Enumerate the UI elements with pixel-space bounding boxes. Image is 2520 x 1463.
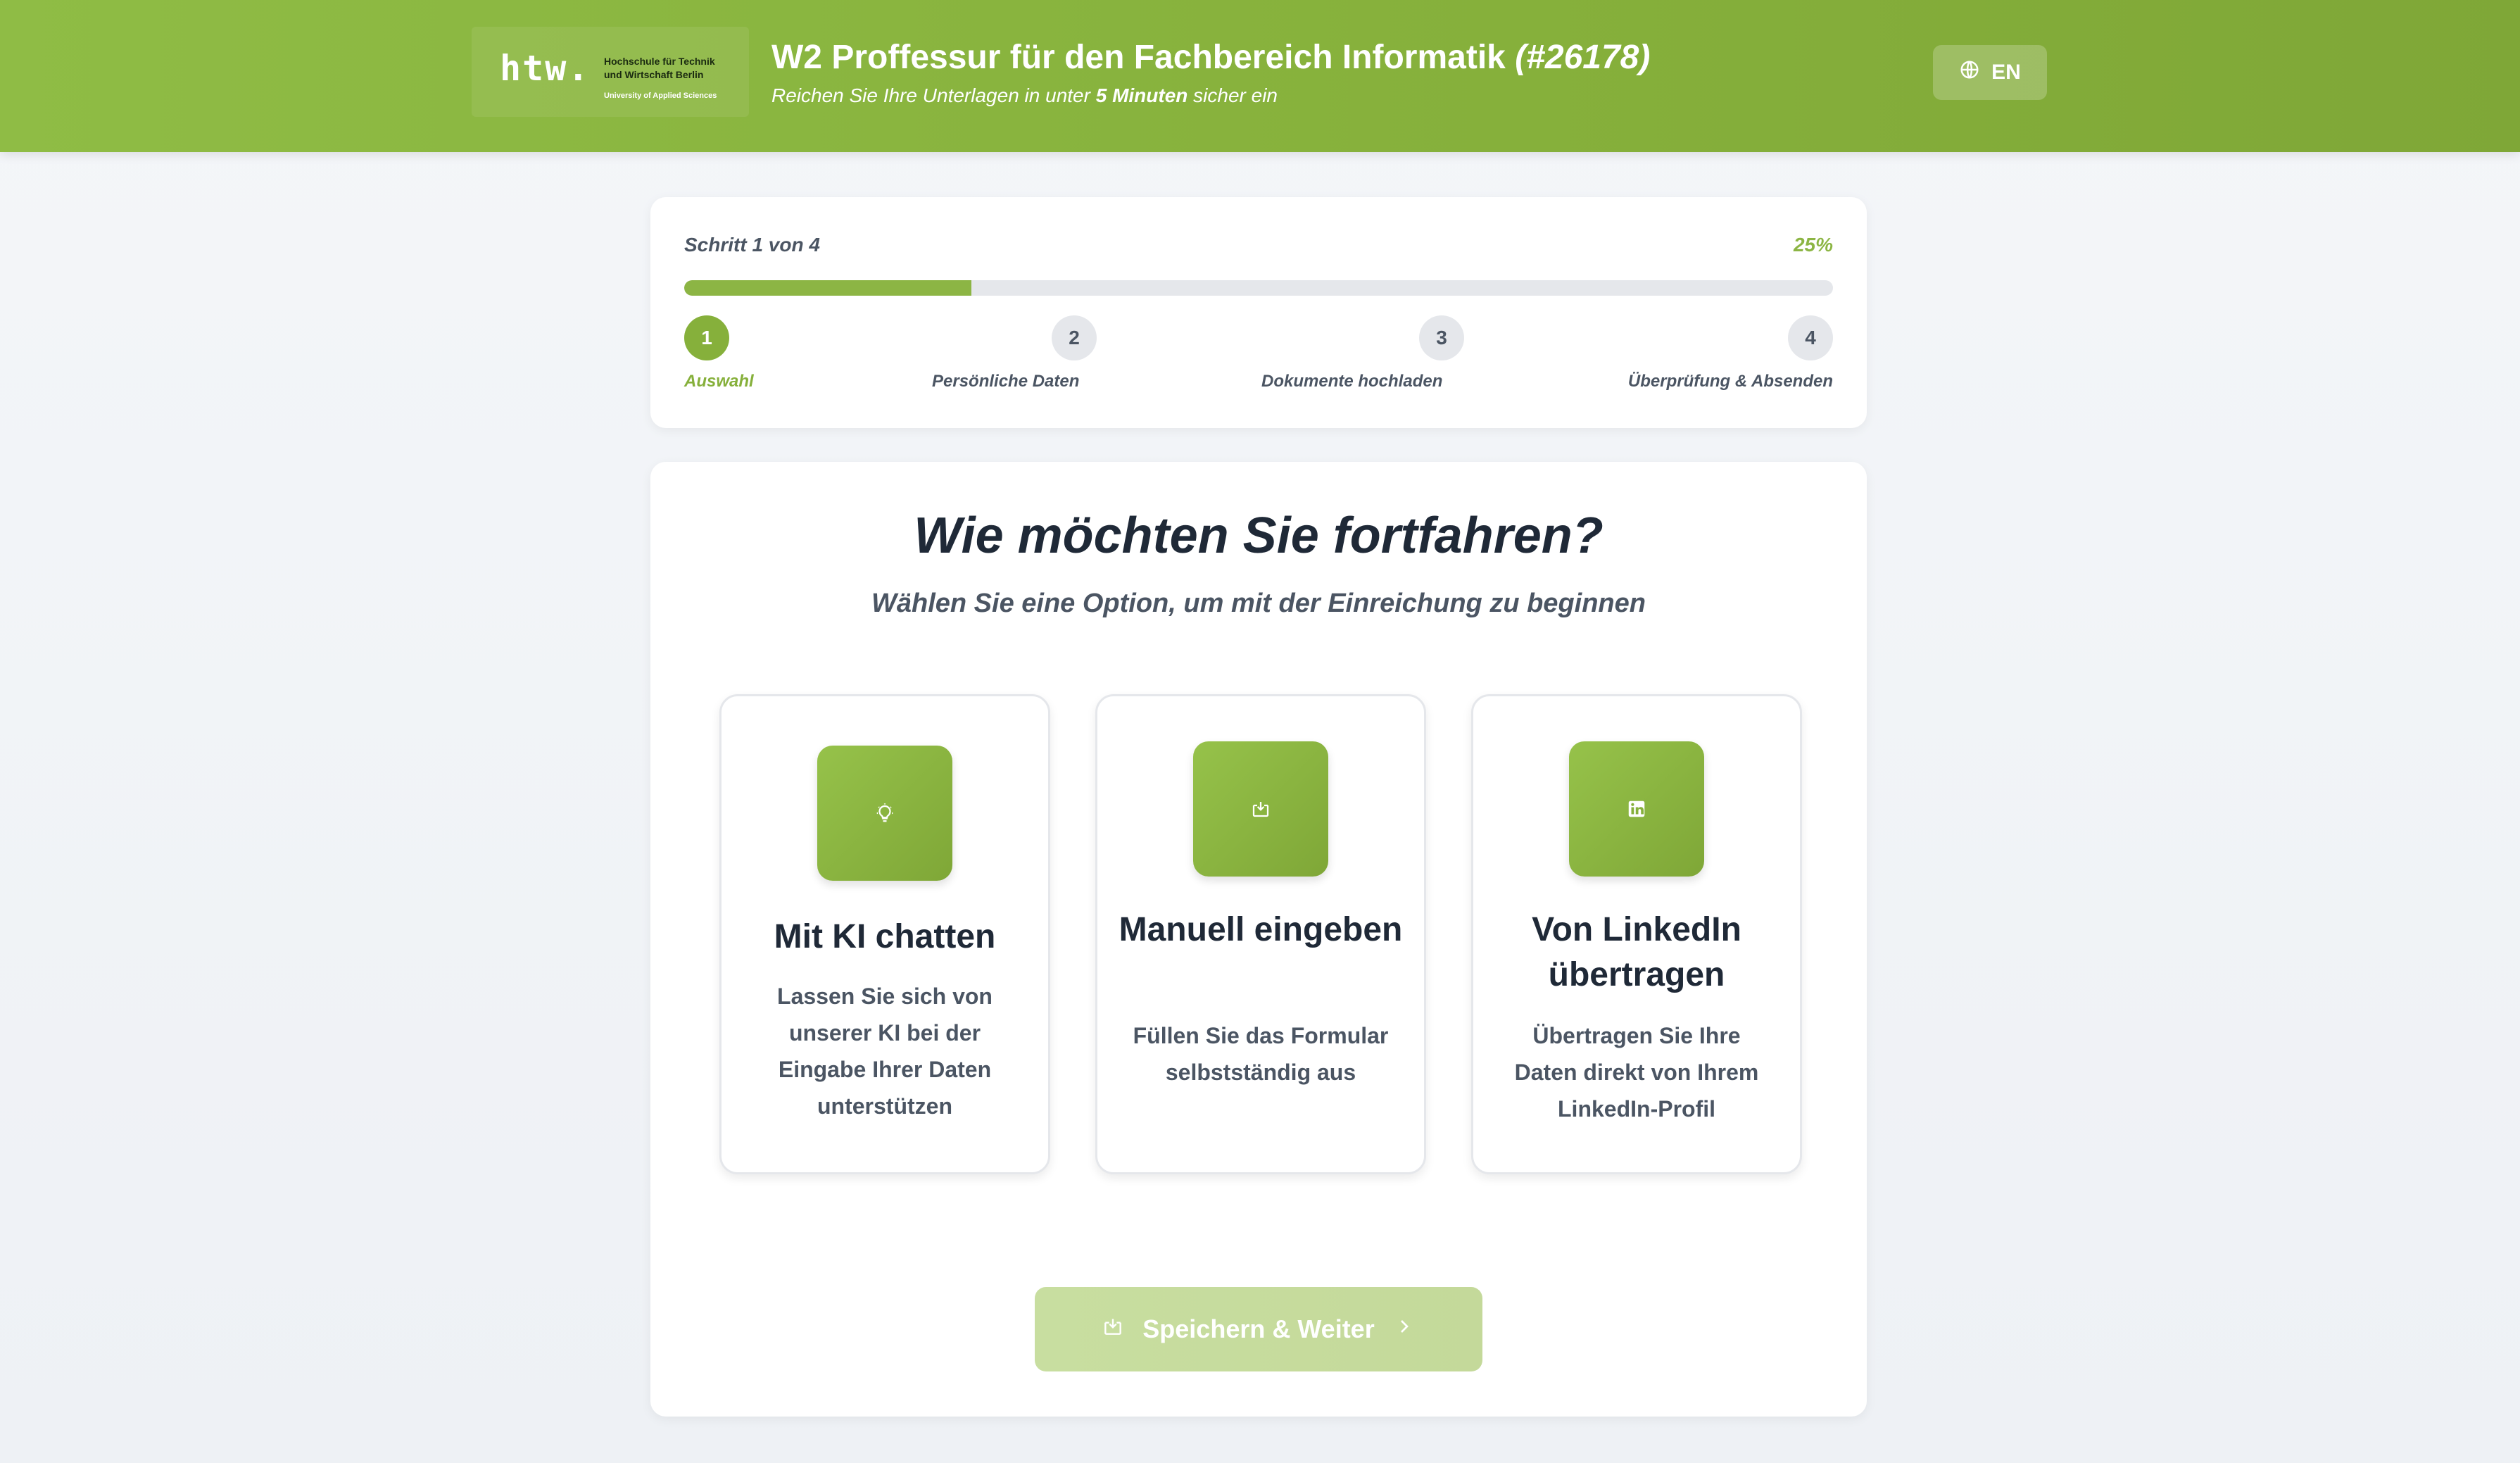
step-2-number: 2 (1069, 327, 1080, 349)
subtitle-bold: 5 Minuten (1095, 84, 1188, 106)
globe-icon (1959, 59, 1980, 86)
step-3-label: Dokumente hochladen (1261, 372, 1443, 391)
language-button[interactable]: EN (1933, 45, 2047, 100)
job-id: (#26178) (1515, 39, 1651, 76)
step-3-number: 3 (1436, 327, 1447, 349)
save-icon (1102, 1314, 1124, 1344)
step-3-indicator: 3 (1419, 315, 1464, 360)
progress-percent: 25% (1793, 234, 1833, 256)
step-count: Schritt 1 von 4 (684, 234, 820, 256)
subtitle-before: Reichen Sie Ihre Unterlagen in unter (771, 84, 1090, 106)
main-subheading: Wählen Sie eine Option, um mit der Einre… (871, 589, 1646, 618)
logo-tagline: University of Applied Sciences (604, 92, 717, 100)
step-1-number: 1 (701, 327, 712, 349)
option-manual-entry[interactable]: Manuell eingeben Füllen Sie das Formular… (1095, 694, 1426, 1174)
page-title: W2 Proffessur für den Fachbereich Inform… (771, 38, 1650, 77)
progress-bar (684, 280, 1833, 296)
htw-logo: htw. Hochschule für Technik und Wirtscha… (472, 27, 749, 117)
step-2-label: Persönliche Daten (932, 372, 1080, 391)
step-4-indicator: 4 (1788, 315, 1833, 360)
save-continue-button[interactable]: Speichern & Weiter (1035, 1287, 1482, 1371)
step-1-indicator: 1 (684, 315, 729, 360)
logo-name: Hochschule für Technik und Wirtschaft Be… (604, 55, 715, 82)
page-subtitle: Reichen Sie Ihre Unterlagen in unter 5 M… (771, 84, 1278, 107)
progress-card: Schritt 1 von 4 25% 1 2 3 4 Auswahl Pers… (650, 197, 1867, 428)
option-linkedin-import[interactable]: Von LinkedIn übertragen Übertragen Sie I… (1471, 694, 1802, 1174)
app-header: htw. Hochschule für Technik und Wirtscha… (0, 0, 2520, 152)
option-linkedin-import-title: Von LinkedIn übertragen (1532, 911, 1741, 993)
option-ai-chat[interactable]: Mit KI chatten Lassen Sie sich von unser… (719, 694, 1050, 1174)
lightbulb-icon (817, 746, 952, 881)
step-4-label: Überprüfung & Absenden (1627, 372, 1833, 391)
option-ai-chat-title: Mit KI chatten (774, 918, 996, 955)
step-4-number: 4 (1805, 327, 1816, 349)
option-manual-entry-description: Füllen Sie das Formular selbstständig au… (1133, 1023, 1389, 1085)
logo-line-2: und Wirtschaft Berlin (604, 69, 704, 80)
language-label: EN (1991, 61, 2021, 84)
title-text: W2 Proffessur für den Fachbereich Inform… (771, 39, 1506, 76)
step-2-indicator: 2 (1052, 315, 1097, 360)
download-box-icon (1193, 741, 1328, 877)
option-linkedin-import-description: Übertragen Sie Ihre Daten direkt von Ihr… (1514, 1023, 1759, 1122)
chevron-right-icon (1393, 1314, 1416, 1344)
option-ai-chat-description: Lassen Sie sich von unserer KI bei der E… (777, 984, 993, 1119)
logo-line-1: Hochschule für Technik (604, 56, 715, 67)
save-continue-label: Speichern & Weiter (1142, 1314, 1375, 1343)
progress-bar-fill (684, 280, 971, 296)
subtitle-after: sicher ein (1193, 84, 1278, 106)
linkedin-icon (1569, 741, 1704, 877)
logo-mark: htw. (500, 48, 591, 89)
step-1-label: Auswahl (684, 372, 754, 391)
option-selection-card: Wie möchten Sie fortfahren? Wählen Sie e… (650, 462, 1867, 1417)
option-manual-entry-title: Manuell eingeben (1119, 911, 1403, 948)
main-heading: Wie möchten Sie fortfahren? (914, 508, 1604, 564)
